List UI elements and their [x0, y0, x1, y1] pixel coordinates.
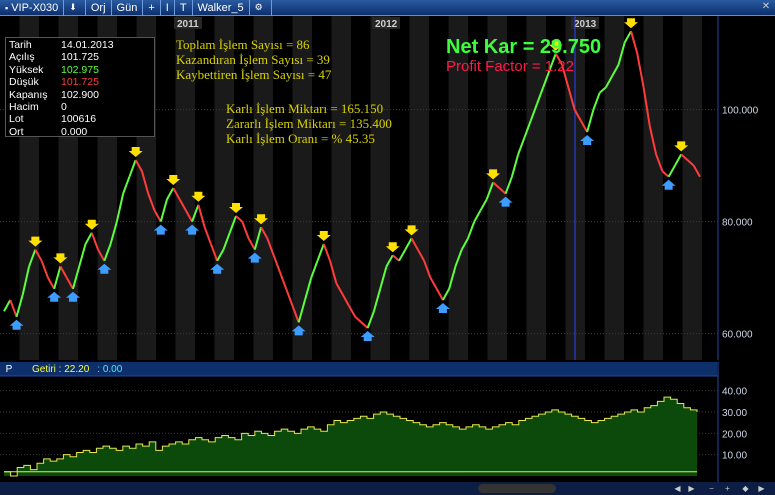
download-arrow-icon: ⬇ — [69, 2, 77, 12]
kazandiran-islem: Kazandıran İşlem Sayısı = 39 — [176, 52, 330, 67]
info-value: 102.900 — [61, 88, 99, 101]
zararli-miktar: Zararlı İşlem Miktarı = 135.400 — [226, 116, 392, 131]
karli-oran: Karlı İşlem Oranı = % 45.35 — [226, 131, 375, 146]
y-tick-label: 100.000 — [722, 106, 759, 117]
settings-button[interactable]: ⚙ — [250, 0, 272, 16]
equity-chart: 10.00 20.00 30.00 40.00 — [0, 362, 747, 482]
info-key: Tarih — [9, 39, 32, 51]
plus-icon: + — [148, 1, 155, 14]
info-key: Hacim — [9, 101, 39, 114]
mode-label: Orj — [90, 1, 106, 14]
info-value: 102.975 — [61, 63, 99, 76]
zoom-in-icon[interactable]: + — [722, 483, 733, 494]
system-selector[interactable]: Walker_5 — [193, 0, 250, 16]
x-tick-label: 2012 — [375, 19, 398, 30]
month-band — [409, 16, 429, 360]
time-scrollbar[interactable]: ◀ ▶ − + ◆ ▶ — [0, 482, 775, 495]
info-value: 101.725 — [61, 51, 99, 64]
month-band — [682, 16, 702, 360]
y-axis-labels: 60.000 80.000 100.000 — [722, 106, 759, 341]
info-row-kapanis: Kapanış 102.900 — [9, 89, 151, 101]
month-band — [604, 16, 624, 360]
equity-y-tick-label: 20.00 — [722, 429, 747, 440]
info-row-acilis: Açılış 101.725 — [9, 51, 151, 63]
symbol-selector[interactable]: ▪ VIP-X030 — [0, 0, 65, 16]
info-key: Ort — [9, 125, 24, 138]
info-value: 101.725 — [61, 76, 99, 89]
karli-miktar: Karlı İşlem Miktarı = 165.150 — [226, 101, 384, 116]
download-button[interactable]: ⬇ — [64, 0, 86, 16]
equity-y-tick-label: 30.00 — [722, 408, 747, 419]
info-row-tarih: Tarih 14.01.2013 — [9, 39, 151, 51]
info-icon: I — [165, 1, 169, 14]
equity-y-tick-label: 10.00 — [722, 451, 747, 462]
info-key: Açılış — [9, 51, 35, 64]
grip-icon: ▪ — [5, 2, 9, 13]
equity-y-tick-label: 40.00 — [722, 387, 747, 398]
y-tick-label: 60.000 — [722, 330, 753, 341]
month-band — [643, 16, 663, 360]
close-icon[interactable]: ✕ — [761, 2, 771, 12]
scroll-end-icon[interactable]: ▶ — [756, 483, 767, 494]
info-key: Lot — [9, 113, 24, 126]
info-button[interactable]: I — [161, 0, 175, 16]
profit-factor: Profit Factor = 1.22 — [446, 58, 574, 75]
info-value: 0.000 — [61, 125, 88, 138]
equity-y-axis-labels: 10.00 20.00 30.00 40.00 — [722, 387, 747, 462]
period-label: Gün — [116, 1, 138, 14]
month-band — [370, 16, 390, 360]
chart-toolbar: ▪ VIP-X030 ⬇ Orj Gün + I T Walker_5 ⚙ ✕ — [0, 0, 775, 16]
net-kar: Net Kar = 29.750 — [446, 36, 602, 58]
gear-icon: ⚙ — [254, 2, 263, 12]
info-value: 100616 — [61, 113, 97, 126]
trade-amount-stats: Karlı İşlem Miktarı = 165.150 Zararlı İş… — [226, 101, 392, 146]
ohlc-info-panel: Tarih 14.01.2013 Açılış 101.725 Yüksek 102.… — [5, 37, 155, 138]
add-button[interactable]: + — [143, 0, 161, 16]
info-row-ort: Ort 0.000 — [9, 126, 151, 138]
text-icon: T — [179, 1, 187, 14]
info-key: Kapanış — [9, 88, 48, 101]
info-value: 14.01.2013 — [61, 39, 114, 51]
info-key: Yüksek — [9, 63, 44, 76]
scroll-thumb[interactable] — [478, 484, 556, 493]
scroll-right-icon[interactable]: ▶ — [686, 483, 697, 494]
system-label: Walker_5 — [197, 1, 244, 14]
info-row-lot: Lot 100616 — [9, 113, 151, 125]
toplam-islem: Toplam İşlem Sayısı = 86 — [176, 37, 310, 52]
period-selector[interactable]: Gün — [112, 0, 144, 16]
fit-icon[interactable]: ◆ — [740, 483, 751, 494]
month-band — [331, 16, 351, 360]
info-row-dusuk: Düşük 101.725 — [9, 76, 151, 88]
scroll-left-icon[interactable]: ◀ — [672, 483, 683, 494]
kaybettiren-islem: Kaybettiren İşlem Sayısı = 47 — [176, 67, 332, 82]
text-button[interactable]: T — [175, 0, 193, 16]
mode-selector[interactable]: Orj — [86, 0, 112, 16]
zoom-out-icon[interactable]: − — [706, 483, 717, 494]
info-value: 0 — [61, 101, 67, 114]
info-row-hacim: Hacim 0 — [9, 101, 151, 113]
info-row-yuksek: Yüksek 102.975 — [9, 64, 151, 76]
x-tick-label: 2011 — [177, 19, 199, 30]
symbol-label: VIP-X030 — [11, 1, 59, 14]
trade-count-stats: Toplam İşlem Sayısı = 86 Kazandıran İşle… — [176, 37, 331, 82]
info-key: Düşük — [9, 76, 39, 89]
x-tick-label: 2013 — [574, 19, 597, 30]
y-tick-label: 80.000 — [722, 218, 753, 229]
